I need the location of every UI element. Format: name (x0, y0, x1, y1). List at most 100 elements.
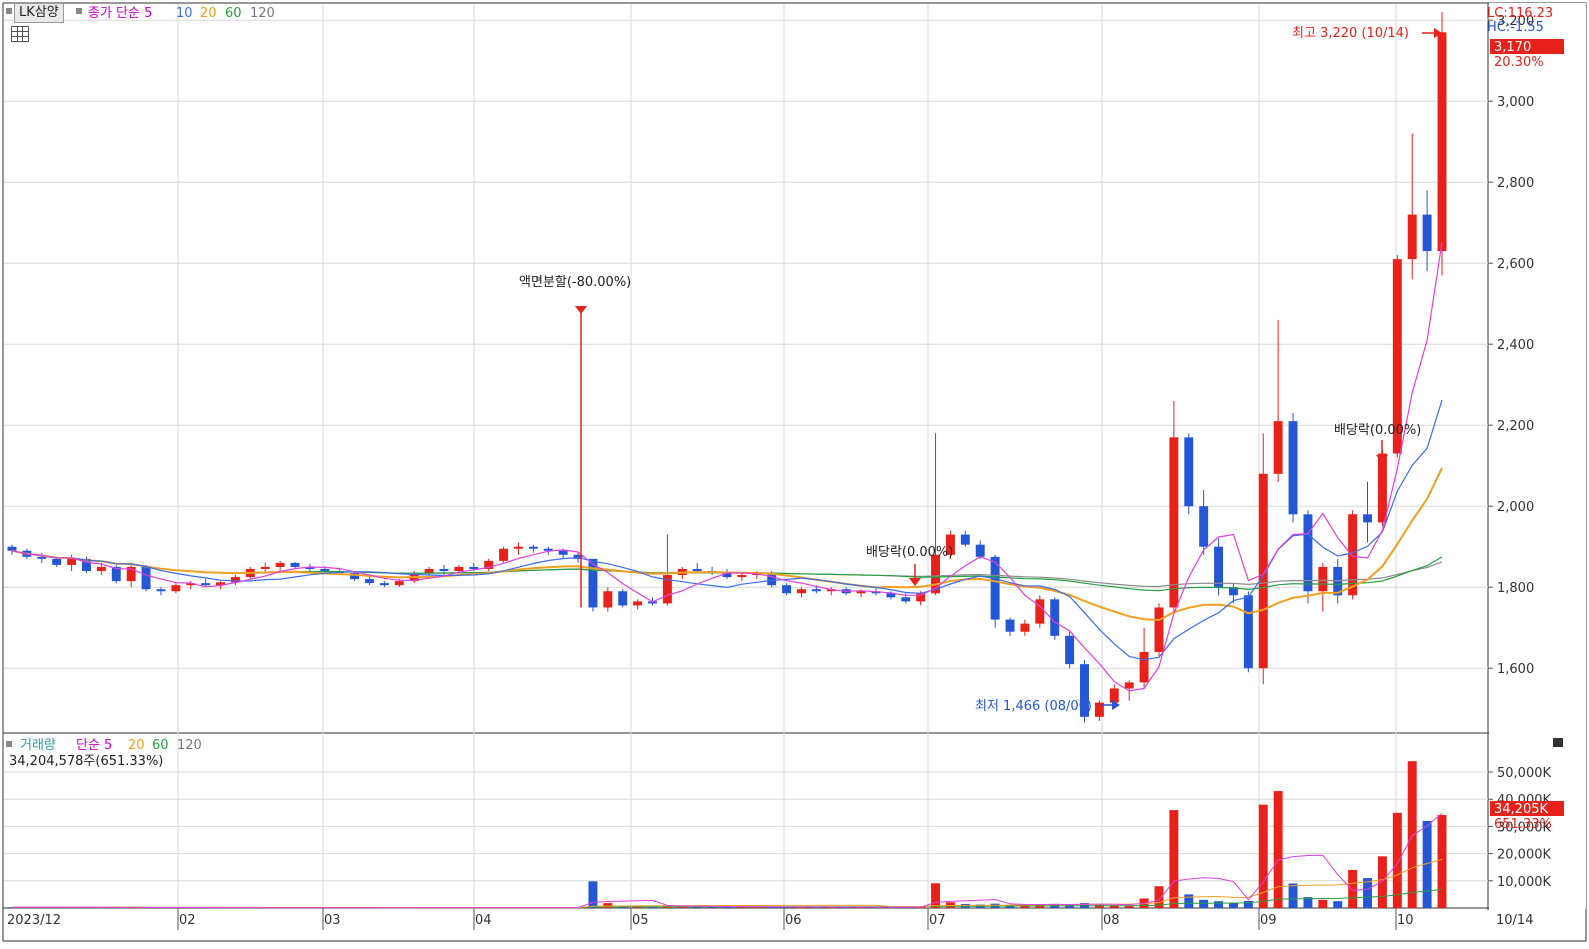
symbol-button[interactable]: LK삼양 (14, 3, 64, 23)
candle-body (782, 585, 791, 593)
volume-legend-ma120: 120 (177, 738, 202, 753)
candle-body (1318, 567, 1327, 591)
volume-bar (1289, 884, 1298, 908)
candle-body (618, 591, 627, 605)
volume-bar (1214, 901, 1223, 908)
last-price-value: 3,170 (1494, 40, 1531, 55)
candle-body (1050, 599, 1059, 635)
volume-bar (1393, 813, 1402, 908)
exdiv-annotation-2: 배당락(0.00%) (1334, 423, 1421, 438)
candle-body (291, 563, 300, 567)
candle-body (1303, 514, 1312, 591)
candle-body (1244, 595, 1253, 668)
candle-body (395, 581, 404, 585)
stock-chart: 2023/1202030405060708091010/141,6001,800… (0, 0, 1589, 945)
legend-ma20: 20 (200, 6, 217, 21)
volume-bar (1184, 894, 1193, 908)
candle-body (469, 567, 478, 569)
grid-icon[interactable] (11, 26, 29, 42)
price-tick-label: 2,800 (1497, 176, 1534, 191)
chart-frame (3, 3, 1586, 941)
candle-body (1065, 636, 1074, 664)
candle-body (1214, 547, 1223, 588)
high-annotation: 최고 3,220 (10/14) (1292, 26, 1409, 41)
candle-body (156, 589, 165, 591)
candle-body (514, 547, 523, 549)
volume-close-icon (1553, 738, 1563, 747)
volume-bar (1244, 901, 1253, 908)
date-tick-label: 10 (1397, 913, 1414, 928)
candle-body (1438, 32, 1447, 251)
hc-label: HC:-1.55 (1487, 20, 1544, 35)
volume-bar (1408, 761, 1417, 908)
candle-body (603, 591, 612, 607)
candle-body (276, 563, 285, 567)
volume-tick-label: 10,000K (1497, 875, 1551, 890)
candle-body (454, 567, 463, 571)
candle-body (1408, 215, 1417, 260)
legend-marker (76, 8, 82, 14)
candle-body (261, 567, 270, 569)
volume-legend-marker (6, 741, 12, 747)
candle-body (633, 601, 642, 605)
volume-bar (1199, 900, 1208, 908)
exdiv-arrow-1 (909, 578, 921, 586)
price-tick-label: 2,400 (1497, 338, 1534, 353)
price-tick-label: 1,600 (1497, 662, 1534, 677)
lc-label: LC:116.23 (1487, 6, 1553, 21)
volume-legend-ma5: 단순 5 (76, 738, 112, 753)
price-legend-label: 종가 단순 5 (88, 6, 152, 21)
date-tick-label: 05 (632, 913, 649, 928)
candle-body (1140, 652, 1149, 682)
candle-body (1035, 599, 1044, 623)
volume-legend-label: 거래량 (20, 738, 56, 753)
ma10-line (12, 400, 1442, 660)
candle-body (142, 567, 151, 589)
volume-ma60-line (12, 889, 1442, 907)
candle-body (976, 545, 985, 557)
volume-bar (1438, 815, 1447, 908)
candle-body (1125, 682, 1134, 688)
candle-body (797, 589, 806, 593)
legend-marker (6, 8, 12, 14)
volume-bar (1318, 900, 1327, 908)
low-annotation: 최저 1,466 (08/06) (975, 699, 1092, 714)
candle-body (365, 579, 374, 583)
candle-body (499, 549, 508, 561)
volume-bar (1169, 810, 1178, 908)
candle-body (812, 589, 821, 591)
legend-ma120: 120 (250, 6, 275, 21)
candle-body (97, 567, 106, 571)
price-tick-label: 1,800 (1497, 581, 1534, 596)
candle-body (37, 557, 46, 559)
candle-body (1155, 607, 1164, 652)
volume-bar (1378, 856, 1387, 908)
date-tick-label: 06 (785, 913, 802, 928)
candle-body (1289, 421, 1298, 514)
candle-body (425, 569, 434, 573)
volume-legend-ma20: 20 (128, 738, 145, 753)
volume-tick-label: 50,000K (1497, 766, 1551, 781)
legend-ma10: 10 (176, 6, 193, 21)
candle-body (171, 585, 180, 591)
candle-body (1169, 437, 1178, 607)
exdiv-annotation-1: 배당락(0.00%) (866, 545, 953, 560)
candle-body (1006, 620, 1015, 632)
volume-bar (931, 883, 940, 908)
date-tick-label: 08 (1103, 913, 1120, 928)
date-tick-label: 2023/12 (7, 913, 61, 928)
candle-body (1378, 454, 1387, 523)
candle-body (52, 559, 61, 565)
volume-bar (1333, 901, 1342, 908)
price-tick-label: 2,000 (1497, 500, 1534, 515)
candle-body (737, 575, 746, 577)
volume-ma5-line (12, 813, 1442, 907)
date-tick-label: 10/14 (1496, 913, 1533, 928)
date-tick-label: 02 (179, 913, 196, 928)
last-volume-pct: 651.33% (1494, 817, 1552, 832)
candle-body (961, 535, 970, 545)
candle-body (693, 569, 702, 571)
candle-body (901, 597, 910, 601)
candle-body (1020, 624, 1029, 632)
split-arrow (575, 306, 587, 314)
